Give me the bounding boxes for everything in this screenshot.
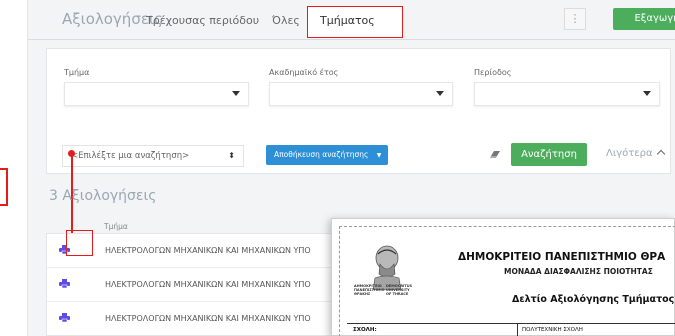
chevron-up-icon [656, 149, 665, 159]
tab-current-period[interactable]: Τρέχουσας περιόδου [146, 14, 259, 27]
department-cell: ΗΛΕΚΤΡΟΛΟΓΩΝ ΜΗΧΑΝΙΚΩΝ ΚΑΙ ΜΗΧΑΝΙΚΩΝ ΥΠΟ [105, 246, 311, 255]
save-search-button[interactable]: Αποθήκευση αναζήτησης ▼ [266, 145, 388, 165]
print-icon[interactable] [59, 313, 70, 322]
document-table-line [347, 323, 675, 324]
search-button[interactable]: Αναζήτηση [511, 143, 587, 166]
document-school-value: ΠΟΛΥΤΕΧΝΙΚΗ ΣΧΟΛΗ [522, 327, 583, 333]
tab-all[interactable]: Όλες [272, 14, 300, 27]
save-search-label: Αποθήκευση αναζήτησης [274, 150, 369, 159]
caret-down-icon [436, 91, 444, 96]
print-icon-highlight [66, 230, 93, 256]
table-row: ΗΛΕΚΤΡΟΛΟΓΩΝ ΜΗΧΑΝΙΚΩΝ ΚΑΙ ΜΗΧΑΝΙΚΩΝ ΥΠΟ [47, 268, 337, 302]
page: Αξιολογήσεις Τρέχουσας περιόδου Όλες Τμή… [0, 0, 675, 336]
eraser-icon[interactable] [490, 150, 501, 163]
caret-down-icon [232, 91, 240, 96]
document-school-label: ΣΧΟΛΗ: [353, 327, 377, 333]
show-less-link[interactable]: Λιγότερα [606, 148, 665, 159]
document-report-title: Δελτίο Αξιολόγησης Τμήματος [512, 294, 675, 305]
report-document-preview: ΔΗΜΟΚΡΙΤΕΙΟ ΠΑΝΕΠΙΣΤΗΜΙΟ ΘΡΑΚΗΣ DEMOCRIT… [331, 218, 675, 336]
saved-search-placeholder: <Επιλέξτε μια αναζήτηση> [71, 151, 190, 161]
table-row: ΗΛΕΚΤΡΟΛΟΓΩΝ ΜΗΧΑΝΙΚΩΝ ΚΑΙ ΜΗΧΑΝΙΚΩΝ ΥΠΟ [47, 302, 337, 336]
period-select[interactable] [474, 82, 660, 106]
document-university-title: ΔΗΜΟΚΡΙΤΕΙΟ ΠΑΝΕΠΙΣΤΗΜΙΟ ΘΡΑ [458, 251, 666, 263]
caret-down-icon [643, 91, 651, 96]
department-select[interactable] [64, 82, 249, 106]
export-button[interactable]: Εξαγωγή [613, 8, 675, 30]
department-cell: ΗΛΕΚΤΡΟΛΟΓΩΝ ΜΗΧΑΝΙΚΩΝ ΚΑΙ ΜΗΧΑΝΙΚΩΝ ΥΠΟ [105, 314, 311, 323]
results-count-title: 3 Αξιολογήσεις [49, 188, 157, 204]
department-label: Τμήμα [64, 68, 90, 77]
period-label: Περίοδος [474, 68, 512, 77]
column-header-department: Τμήμα [104, 222, 128, 231]
filter-panel: Τμήμα Ακαδημαϊκό έτος Περίοδος <Επιλέξτε… [46, 48, 671, 174]
annotation-highlight-left [0, 168, 8, 206]
document-table-divider [517, 323, 518, 336]
show-less-label: Λιγότερα [606, 148, 653, 159]
academic-year-select[interactable] [269, 82, 453, 106]
more-options-button[interactable]: ⋮ [564, 8, 586, 30]
page-header: Αξιολογήσεις Τρέχουσας περιόδου Όλες Τμή… [28, 0, 675, 40]
caret-down-icon: ▼ [376, 152, 382, 159]
department-cell: ΗΛΕΚΤΡΟΛΟΓΩΝ ΜΗΧΑΝΙΚΩΝ ΚΑΙ ΜΗΧΑΝΙΚΩΝ ΥΠΟ [105, 280, 311, 289]
academic-year-label: Ακαδημαϊκό έτος [269, 68, 339, 77]
logo-text-english: DEMOCRITUS UNIVERSITY OF THRACE [386, 284, 413, 296]
tab-department[interactable]: Τμήματος [320, 14, 375, 27]
print-icon[interactable] [59, 279, 70, 288]
logo-text-greek: ΔΗΜΟΚΡΙΤΕΙΟ ΠΑΝΕΠΙΣΤΗΜΙΟ ΘΡΑΚΗΣ [354, 284, 385, 296]
saved-search-select[interactable]: <Επιλέξτε μια αναζήτηση> ⬍ [62, 145, 244, 167]
document-unit-title: ΜΟΝΑΔΑ ΔΙΑΣΦΑΛΙΣΗΣ ΠΟΙΟΤΗΤΑΣ [504, 267, 653, 276]
updown-caret-icon: ⬍ [228, 151, 235, 160]
